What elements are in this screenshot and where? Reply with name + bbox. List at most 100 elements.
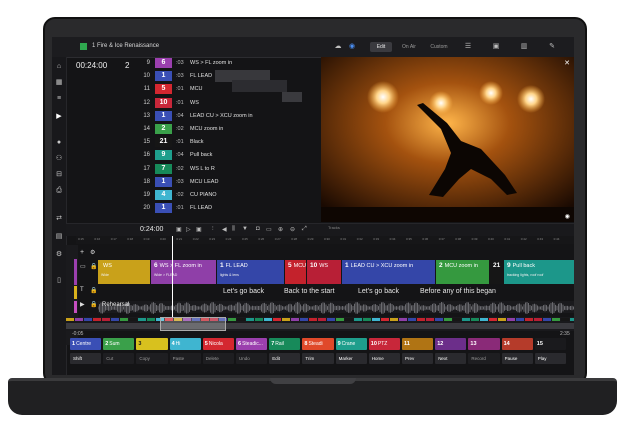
control-button[interactable]: Edit — [269, 353, 301, 364]
control-button[interactable]: Record — [468, 353, 500, 364]
control-button[interactable]: Marker — [335, 353, 367, 364]
camera-key-button[interactable]: 3 — [136, 338, 168, 350]
volume-icon[interactable]: ◀ — [222, 226, 227, 233]
add-track-icon[interactable]: + — [80, 249, 84, 256]
control-button[interactable]: Play — [534, 353, 566, 364]
camera-key-button[interactable]: 7Rail — [269, 338, 301, 350]
grid-icon[interactable]: ▦ — [54, 79, 64, 87]
cue-out-icon[interactable]: ▣ — [196, 226, 202, 233]
text-track-icon[interactable]: T — [80, 287, 84, 293]
lock-lyrics-icon[interactable]: 🔒 — [90, 287, 97, 294]
cue-list-icon[interactable]: ▶ — [54, 113, 64, 121]
camera-key-button[interactable]: 10PTZ — [368, 338, 400, 350]
project-title[interactable]: 1 Fire & Ice Renaissance — [92, 43, 159, 49]
ruler-tick-label: 0:38 — [455, 237, 462, 241]
camera-icon[interactable]: ◘ — [256, 226, 260, 232]
timeline-clip[interactable]: WS Wide — [98, 260, 150, 284]
control-button[interactable]: Prev — [402, 353, 434, 364]
camera-key-button[interactable]: 12 — [435, 338, 467, 350]
camera-track-icon[interactable]: ▭ — [80, 263, 86, 270]
camera-id-badge: 4 — [155, 190, 172, 200]
camera-key-button[interactable]: 11 — [402, 338, 434, 350]
lyric-block[interactable]: Before any of this began — [420, 288, 496, 295]
camera-key-button[interactable]: 4Hi — [169, 338, 201, 350]
columns-view-icon[interactable]: ▥ — [518, 43, 530, 51]
broadcast-icon[interactable]: ◉ — [346, 43, 358, 51]
control-button[interactable]: Home — [368, 353, 400, 364]
audio-waveform[interactable] — [97, 301, 574, 314]
inbox-icon[interactable]: ⊟ — [54, 171, 64, 179]
timeline-ruler[interactable]: 0:15 0:16 0:17 0:18 0:19 0:20 0:21 0:22 0:23 0:24… — [76, 236, 574, 244]
control-button[interactable]: Next — [435, 353, 467, 364]
timeline-clip[interactable]: 2 MCU zoom in — [436, 260, 489, 284]
document-icon[interactable]: ▤ — [54, 233, 64, 241]
control-button[interactable]: Copy — [136, 353, 168, 364]
camera-key-button[interactable]: 1Centre — [70, 338, 102, 350]
settings-icon[interactable]: ⚙ — [54, 251, 64, 259]
video-view-icon[interactable]: ▣ — [490, 43, 502, 51]
edit-icon[interactable]: ✎ — [546, 43, 558, 51]
close-preview-icon[interactable]: ✕ — [564, 59, 570, 67]
audio-waveform-icon[interactable]: ⫶ — [212, 226, 214, 233]
timeline-clip[interactable]: 6 WS > FL zoom in Wide > FLEAD — [151, 260, 216, 284]
overview-viewport[interactable] — [160, 317, 226, 331]
control-button[interactable]: Pause — [501, 353, 533, 364]
print-icon[interactable]: ⎙ — [54, 187, 64, 195]
marker-icon[interactable]: ▼ — [242, 226, 248, 232]
lock-track-icon[interactable]: 🔒 — [90, 263, 97, 270]
tracks-label[interactable]: Tracks — [328, 225, 340, 230]
mode-edit-tab[interactable]: Edit — [370, 42, 392, 52]
control-button[interactable]: Delete — [202, 353, 234, 364]
camera-key-button[interactable]: 14 — [501, 338, 533, 350]
cue-duration: :01 — [176, 205, 184, 212]
lyric-block[interactable]: Let's go back — [358, 288, 399, 295]
ruler-tick-label: 0:43 — [537, 237, 544, 241]
audio-track-icon[interactable]: ▶ — [80, 301, 85, 308]
home-icon[interactable]: ⌂ — [54, 63, 64, 71]
timeline-clip[interactable]: 1 LEAD CU > XCU zoom in — [342, 260, 435, 284]
timeline-clip[interactable]: 5 MCU — [285, 260, 306, 284]
zoom-in-icon[interactable]: ⊕ — [278, 226, 283, 233]
timeline-clip[interactable]: 21 — [490, 260, 503, 284]
camera-key-button[interactable]: 8Steadi — [302, 338, 334, 350]
lock-audio-icon[interactable]: 🔒 — [90, 301, 97, 308]
people-icon[interactable]: ⚇ — [54, 155, 64, 163]
control-button[interactable]: Undo — [236, 353, 268, 364]
list-view-icon[interactable]: ☰ — [462, 43, 474, 51]
monitor-icon[interactable]: ▭ — [266, 226, 272, 233]
camera-key-button[interactable]: 9Crane — [335, 338, 367, 350]
video-preview[interactable]: ✕ ◉ — [321, 57, 574, 222]
list-icon[interactable]: ≡ — [54, 95, 64, 103]
visibility-icon[interactable]: ◉ — [565, 213, 570, 220]
control-button[interactable]: Paste — [169, 353, 201, 364]
camera-key-button[interactable]: 5Nicola — [202, 338, 234, 350]
playhead[interactable] — [172, 236, 173, 330]
cloud-icon[interactable]: ☁ — [332, 43, 344, 51]
control-button[interactable]: Trim — [302, 353, 334, 364]
control-button[interactable]: Cut — [103, 353, 135, 364]
split-icon[interactable]: ⫼ — [232, 226, 235, 233]
play-range-icon[interactable]: ▷ — [186, 226, 191, 233]
camera-key-button[interactable]: 13 — [468, 338, 500, 350]
cue-in-icon[interactable]: ▣ — [176, 226, 182, 233]
timeline-clip[interactable]: 10 WS — [307, 260, 341, 284]
timeline-clip[interactable]: 1 FL LEAD lights & lens — [217, 260, 284, 284]
settings-track-icon[interactable]: ⚙ — [90, 249, 95, 256]
zoom-out-icon[interactable]: ⊖ — [290, 226, 295, 233]
camera-key-button[interactable]: 6Steadic... — [236, 338, 268, 350]
timeline-clip[interactable]: 9 Pull back tracking lights, roof roof — [504, 260, 574, 284]
camera-key-button[interactable]: 2Sum — [103, 338, 135, 350]
clip-camera-id: 10 — [310, 262, 318, 269]
control-button[interactable]: Shift — [70, 353, 102, 364]
book-icon[interactable]: ▯ — [54, 277, 64, 285]
lyric-block[interactable]: Back to the start — [284, 288, 335, 295]
fit-icon[interactable]: ⤢ — [302, 226, 307, 233]
lyric-block[interactable]: Let's go back — [223, 288, 264, 295]
person-icon[interactable]: ● — [54, 139, 64, 147]
mode-on-air-tab[interactable]: On Air — [398, 42, 420, 52]
mode-custom-tab[interactable]: Custom — [426, 42, 452, 52]
cue-description: LEAD CU > XCU zoom in — [190, 112, 253, 119]
sync-icon[interactable]: ⇄ — [54, 215, 64, 223]
overview-strip[interactable] — [66, 317, 574, 331]
camera-key-button[interactable]: 15 — [534, 338, 566, 350]
